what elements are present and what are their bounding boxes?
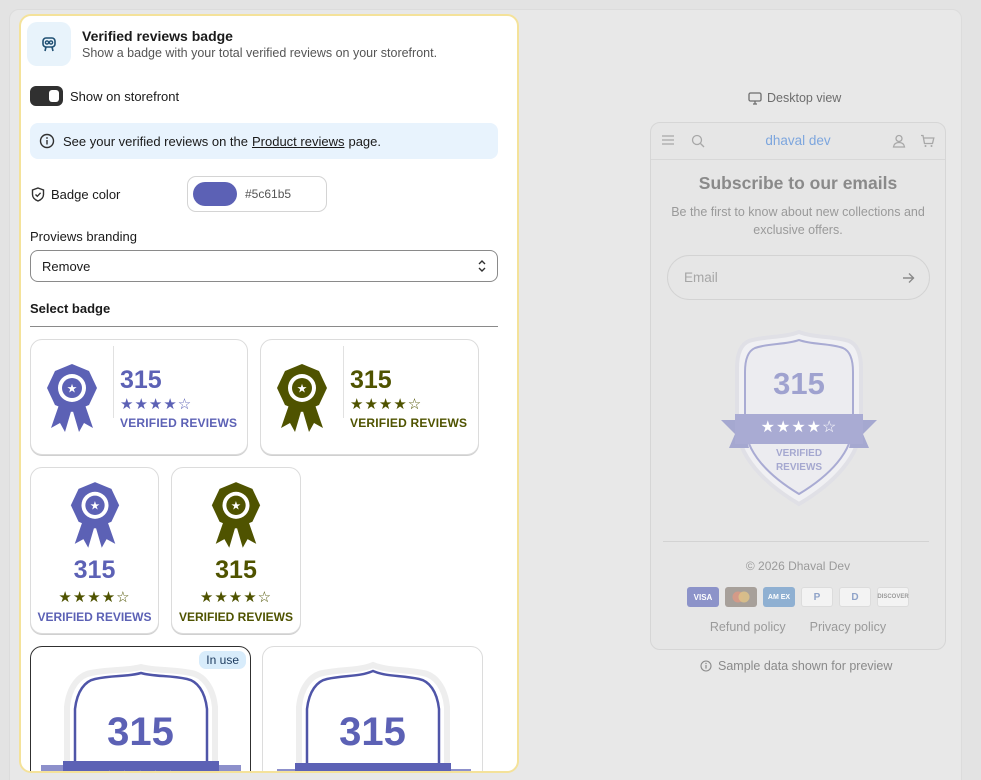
- badge-option-horizontal-purple[interactable]: ★ 315 ★★★★☆ VERIFIED REVIEWS: [30, 339, 248, 455]
- badge-color-picker[interactable]: #5c61b5: [187, 176, 327, 212]
- payment-icons: VISA AM EX P D DISCOVER: [687, 587, 909, 607]
- ribbon-award-icon: ★: [211, 482, 261, 548]
- info-icon: [39, 133, 55, 149]
- star-rating: ★★★★☆: [350, 396, 423, 413]
- star-rating: ★★★★☆: [58, 589, 131, 606]
- divider: [30, 326, 498, 327]
- subscribe-description: Be the first to know about new collectio…: [671, 205, 925, 237]
- visa-icon: VISA: [687, 587, 719, 607]
- svg-text:★: ★: [231, 499, 241, 513]
- verified-reviews-label: VERIFIED REVIEWS: [263, 769, 482, 771]
- storefront-toggle-row[interactable]: Show on storefront: [30, 86, 179, 106]
- footer-divider: [663, 541, 929, 542]
- copyright: © 2026 Dhaval Dev: [745, 559, 851, 573]
- panel-title: Verified reviews badge: [82, 28, 233, 44]
- badge-count: 315: [339, 710, 406, 754]
- email-placeholder: Email: [684, 270, 718, 285]
- app-icon: [27, 22, 71, 66]
- verified-reviews-label: VERIFIED REVIEWS: [350, 416, 468, 430]
- mastercard-icon: [725, 587, 757, 607]
- branding-select-value: Remove: [42, 258, 91, 274]
- amex-icon: AM EX: [763, 587, 795, 607]
- badge-count: 315: [773, 366, 825, 401]
- paypal-icon: P: [801, 587, 833, 607]
- info-text-before: See your verified reviews on the: [63, 133, 248, 149]
- sample-data-note: Sample data shown for preview: [700, 659, 892, 673]
- badge-color-hex: #5c61b5: [245, 187, 292, 201]
- policy-links: Refund policy Privacy policy: [651, 620, 945, 634]
- email-input[interactable]: Email: [667, 255, 930, 300]
- badge-color-label: Badge color: [51, 186, 121, 202]
- discover-icon: DISCOVER: [877, 587, 909, 607]
- star-rating: ★★★★☆: [31, 767, 250, 771]
- desktop-icon: [748, 91, 762, 105]
- info-banner: See your verified reviews on the Product…: [30, 123, 498, 159]
- verified-reviews-label: VERIFIED REVIEWS: [37, 610, 152, 624]
- store-name: dhaval dev: [765, 133, 831, 148]
- badge-color-row: Badge color #5c61b5: [31, 176, 331, 212]
- badge-count: 315: [73, 556, 116, 584]
- verified-reviews-label: VERIFIED REVIEWS: [178, 610, 294, 624]
- verified-label-line2: REVIEWS: [775, 462, 823, 473]
- panel-subtitle: Show a badge with your total verified re…: [82, 46, 438, 60]
- verified-label-line1: VERIFIED: [775, 448, 823, 459]
- panel-header: Verified reviews badge Show a badge with…: [27, 22, 437, 66]
- svg-text:★: ★: [89, 499, 99, 513]
- star-rating: ★★★★☆: [199, 589, 273, 606]
- ribbon-award-icon: ★: [70, 482, 119, 548]
- shield-icon: [31, 186, 45, 202]
- color-swatch[interactable]: [193, 182, 237, 206]
- badge-settings-panel: Verified reviews badge Show a badge with…: [19, 14, 519, 773]
- info-icon: [700, 660, 712, 672]
- desktop-view-toggle[interactable]: Desktop view: [748, 91, 841, 105]
- arrow-right-icon[interactable]: [902, 272, 915, 284]
- sample-data-text: Sample data shown for preview: [718, 659, 893, 673]
- star-rating: ★★★★☆: [760, 419, 838, 436]
- product-reviews-link[interactable]: Product reviews: [252, 134, 344, 149]
- badge-option-shield-verified[interactable]: 315 VERIFIED REVIEWS: [262, 646, 483, 771]
- branding-label: Proviews branding: [30, 229, 137, 244]
- badge-option-shield-stars[interactable]: In use 315 ★★★★☆: [30, 646, 251, 771]
- desktop-view-label: Desktop view: [767, 91, 842, 105]
- branding-select[interactable]: Remove: [30, 250, 498, 282]
- badge-count: 315: [120, 366, 162, 394]
- badge-count: 315: [107, 710, 174, 754]
- storefront-badge: 315 ★★★★☆ VERIFIED REVIEWS: [721, 328, 877, 513]
- badge-count: 315: [350, 366, 392, 394]
- privacy-policy-link[interactable]: Privacy policy: [810, 620, 886, 634]
- svg-text:★: ★: [297, 382, 308, 396]
- badge-option-vertical-purple[interactable]: ★ 315 ★★★★☆ VERIFIED REVIEWS: [30, 467, 159, 634]
- badge-count: 315: [215, 556, 257, 584]
- storefront-toggle-label: Show on storefront: [70, 88, 180, 104]
- storefront-toggle[interactable]: [30, 86, 63, 106]
- store-nav: dhaval dev: [651, 123, 945, 160]
- badge-icon: [42, 37, 56, 52]
- storefront-preview: dhaval dev Subscribe to our emails Be th…: [650, 122, 946, 650]
- ribbon-award-icon: ★: [277, 364, 327, 432]
- ribbon-award-icon: ★: [47, 364, 97, 432]
- in-use-badge: In use: [199, 651, 246, 669]
- svg-text:★: ★: [67, 382, 78, 396]
- verified-reviews-label: VERIFIED REVIEWS: [120, 416, 238, 430]
- info-text-after: page.: [348, 133, 382, 149]
- badge-option-vertical-olive[interactable]: ★ 315 ★★★★☆ VERIFIED REVIEWS: [171, 467, 301, 634]
- subscribe-title: Subscribe to our emails: [698, 173, 898, 193]
- star-rating: ★★★★☆: [120, 396, 193, 413]
- select-badge-heading: Select badge: [30, 301, 111, 316]
- diners-club-icon: D: [839, 587, 871, 607]
- refund-policy-link[interactable]: Refund policy: [710, 620, 786, 634]
- badge-option-horizontal-olive[interactable]: ★ 315 ★★★★☆ VERIFIED REVIEWS: [260, 339, 479, 455]
- select-chevrons-icon: [478, 260, 486, 272]
